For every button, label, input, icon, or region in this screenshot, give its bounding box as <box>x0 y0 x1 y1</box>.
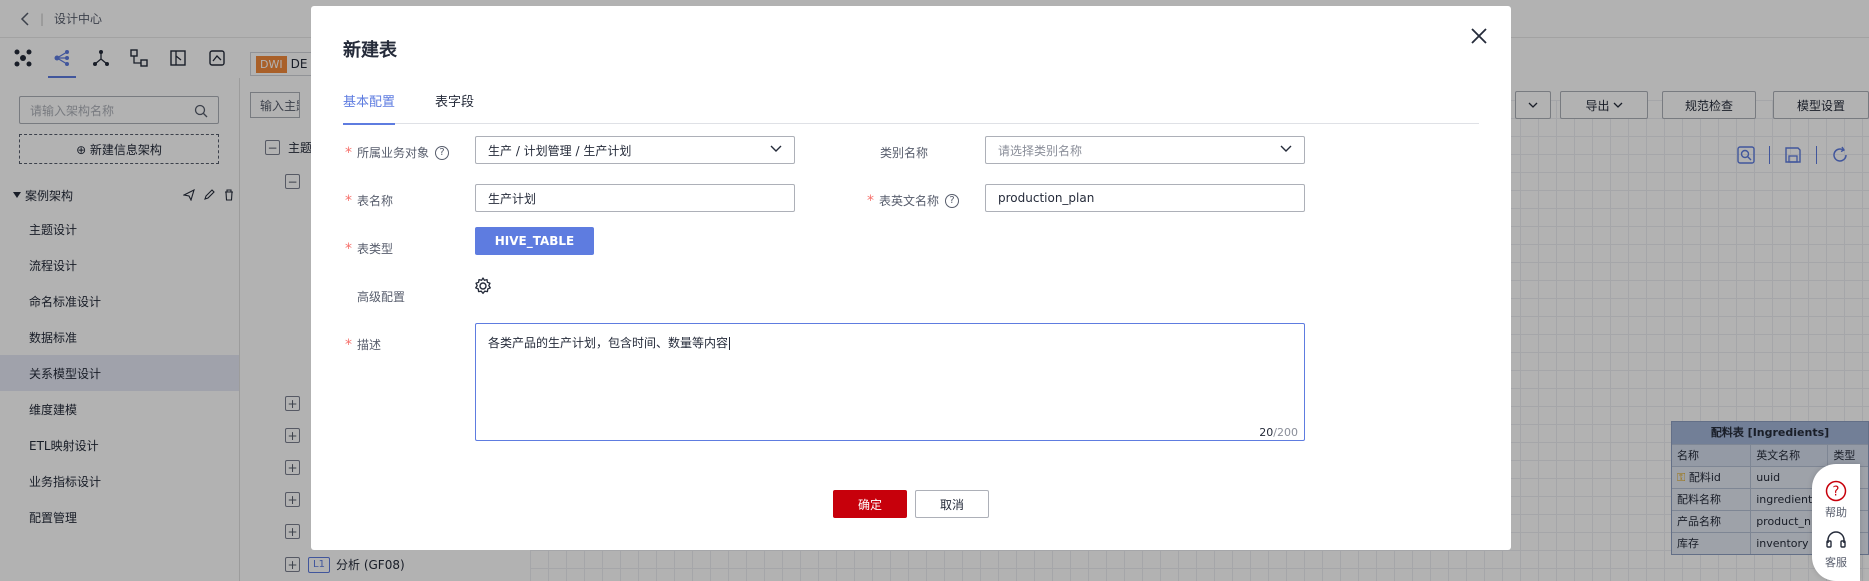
tab-table-fields[interactable]: 表字段 <box>435 90 474 124</box>
help-circle-icon[interactable]: ? <box>435 145 450 160</box>
category-select[interactable]: 请选择类别名称 <box>985 136 1305 164</box>
label-text: 表类型 <box>357 242 394 256</box>
table-type-hive-button[interactable]: HIVE_TABLE <box>475 227 594 255</box>
help-button[interactable]: ? 帮助 <box>1825 480 1847 520</box>
service-button[interactable]: 客服 <box>1825 530 1847 570</box>
dialog-tabs: 基本配置 表字段 <box>343 90 1479 125</box>
svg-text:?: ? <box>1833 485 1840 500</box>
select-value: 生产 / 计划管理 / 生产计划 <box>488 143 632 158</box>
service-label: 客服 <box>1825 556 1847 569</box>
chevron-down-icon <box>770 145 782 153</box>
category-label: 类别名称 <box>880 146 929 160</box>
char-counter: 20/200 <box>1259 426 1298 439</box>
close-icon[interactable] <box>1469 26 1489 46</box>
char-max: /200 <box>1273 426 1298 439</box>
table-en-name-label: * 表英文名称 ? <box>867 192 960 209</box>
textarea-value: 各类产品的生产计划，包含时间、数量等内容 <box>488 336 729 350</box>
help-label: 帮助 <box>1825 506 1847 519</box>
label-text: 表名称 <box>357 194 394 208</box>
select-placeholder: 请选择类别名称 <box>998 143 1083 158</box>
help-panel: ? 帮助 客服 <box>1812 464 1860 581</box>
table-name-label: * 表名称 <box>345 192 394 209</box>
table-en-name-input[interactable]: production_plan <box>985 184 1305 212</box>
tab-basic-config[interactable]: 基本配置 <box>343 90 396 125</box>
table-type-label: * 表类型 <box>345 240 394 257</box>
advanced-config-label: 高级配置 <box>357 290 406 304</box>
confirm-button[interactable]: 确定 <box>833 490 907 518</box>
label-text: 表英文名称 <box>879 194 940 208</box>
business-object-label: * 所属业务对象 ? <box>345 144 450 161</box>
help-icon: ? <box>1825 480 1847 502</box>
label-text: 所属业务对象 <box>357 146 430 160</box>
label-text: 描述 <box>357 338 382 352</box>
cancel-button[interactable]: 取消 <box>915 490 989 518</box>
new-table-dialog: 新建表 基本配置 表字段 * 所属业务对象 ? 生产 / 计划管理 / 生产计划 … <box>311 6 1511 550</box>
dialog-title: 新建表 <box>343 40 397 61</box>
help-circle-icon[interactable]: ? <box>945 193 960 208</box>
table-name-input[interactable]: 生产计划 <box>475 184 795 212</box>
char-count: 20 <box>1259 426 1274 439</box>
text-caret <box>729 337 731 350</box>
description-label: * 描述 <box>345 336 382 353</box>
business-object-select[interactable]: 生产 / 计划管理 / 生产计划 <box>475 136 795 164</box>
gear-icon[interactable] <box>474 277 492 295</box>
description-textarea[interactable]: 各类产品的生产计划，包含时间、数量等内容 20/200 <box>475 323 1305 441</box>
chevron-down-icon <box>1280 145 1292 153</box>
headset-icon <box>1825 530 1847 552</box>
